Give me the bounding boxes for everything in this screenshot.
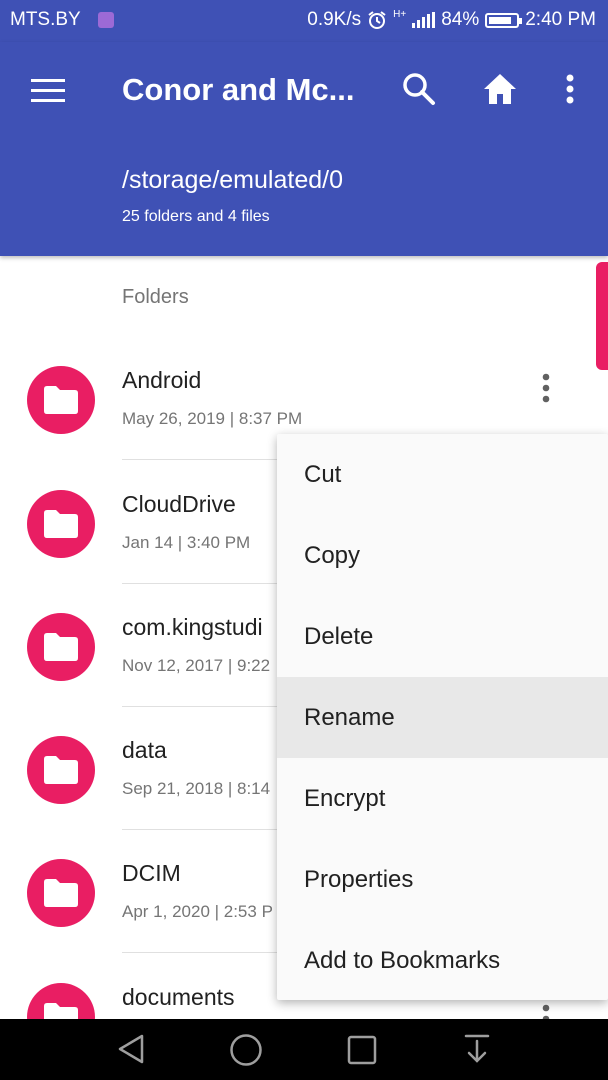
folder-date: Sep 21, 2018 | 8:14: [122, 779, 271, 798]
status-bar: MTS.BY 0.9K/s H+ 84% 2:40 PM: [0, 0, 608, 42]
folder-icon: [44, 510, 78, 538]
folder-name: Android: [122, 367, 202, 393]
back-icon[interactable]: [116, 1033, 146, 1065]
alarm-icon: [368, 11, 386, 29]
menu-item-cut[interactable]: Cut: [277, 434, 608, 515]
home-icon[interactable]: [482, 72, 518, 106]
folder-name: documents: [122, 984, 235, 1010]
folder-avatar: [27, 366, 95, 434]
folder-icon: [44, 386, 78, 414]
folder-avatar: [27, 859, 95, 927]
folder-icon: [44, 879, 78, 907]
battery-percent: 84%: [441, 9, 480, 30]
more-vert-icon[interactable]: [560, 72, 580, 106]
folder-icon: [44, 633, 78, 661]
menu-item-delete[interactable]: Delete: [277, 596, 608, 677]
folder-name: data: [122, 737, 167, 763]
more-vert-icon[interactable]: [536, 371, 556, 405]
home-nav-icon[interactable]: [229, 1033, 263, 1067]
recents-icon[interactable]: [347, 1035, 377, 1065]
folder-avatar: [27, 736, 95, 804]
folder-avatar: [27, 490, 95, 558]
folder-count: 25 folders and 4 files: [122, 208, 270, 225]
notification-pull-icon[interactable]: [462, 1033, 492, 1065]
folder-date: Nov 12, 2017 | 9:22: [122, 656, 271, 675]
menu-item-encrypt[interactable]: Encrypt: [277, 758, 608, 839]
folder-icon: [44, 756, 78, 784]
menu-item-properties[interactable]: Properties: [277, 839, 608, 920]
current-path: /storage/emulated/0: [122, 166, 343, 194]
app-bar: Conor and Mc... /storage/emulated/0 25 f…: [0, 42, 608, 256]
status-indicators: 0.9K/s H+ 84% 2:40 PM: [307, 9, 596, 31]
folder-date: Apr 1, 2020 | 2:53 P: [122, 902, 273, 921]
menu-icon[interactable]: [31, 79, 65, 103]
folder-avatar: [27, 613, 95, 681]
menu-item-copy[interactable]: Copy: [277, 515, 608, 596]
folder-name: DCIM: [122, 860, 181, 886]
folder-date: May 26, 2019 | 8:37 PM: [122, 409, 303, 428]
folder-name: CloudDrive: [122, 491, 236, 517]
battery-icon: [485, 12, 523, 28]
menu-item-rename[interactable]: Rename: [277, 677, 608, 758]
folder-date: Jan 14 | 3:40 PM: [122, 533, 251, 552]
menu-item-add-to-bookmarks[interactable]: Add to Bookmarks: [277, 920, 608, 1001]
network-type-label: H+: [393, 9, 407, 20]
folder-name: com.kingstudi: [122, 614, 263, 640]
network-speed: 0.9K/s: [307, 9, 362, 30]
navigation-bar: [0, 1019, 608, 1080]
signal-icon: [412, 12, 436, 28]
carrier-label: MTS.BY: [10, 9, 81, 30]
context-menu: Cut Copy Delete Rename Encrypt Propertie…: [277, 434, 608, 1000]
clock: 2:40 PM: [525, 9, 596, 30]
gallery-notification-icon: [98, 12, 114, 28]
search-icon[interactable]: [402, 72, 436, 106]
section-header-folders: Folders: [122, 286, 189, 308]
page-title: Conor and Mc...: [122, 72, 355, 107]
